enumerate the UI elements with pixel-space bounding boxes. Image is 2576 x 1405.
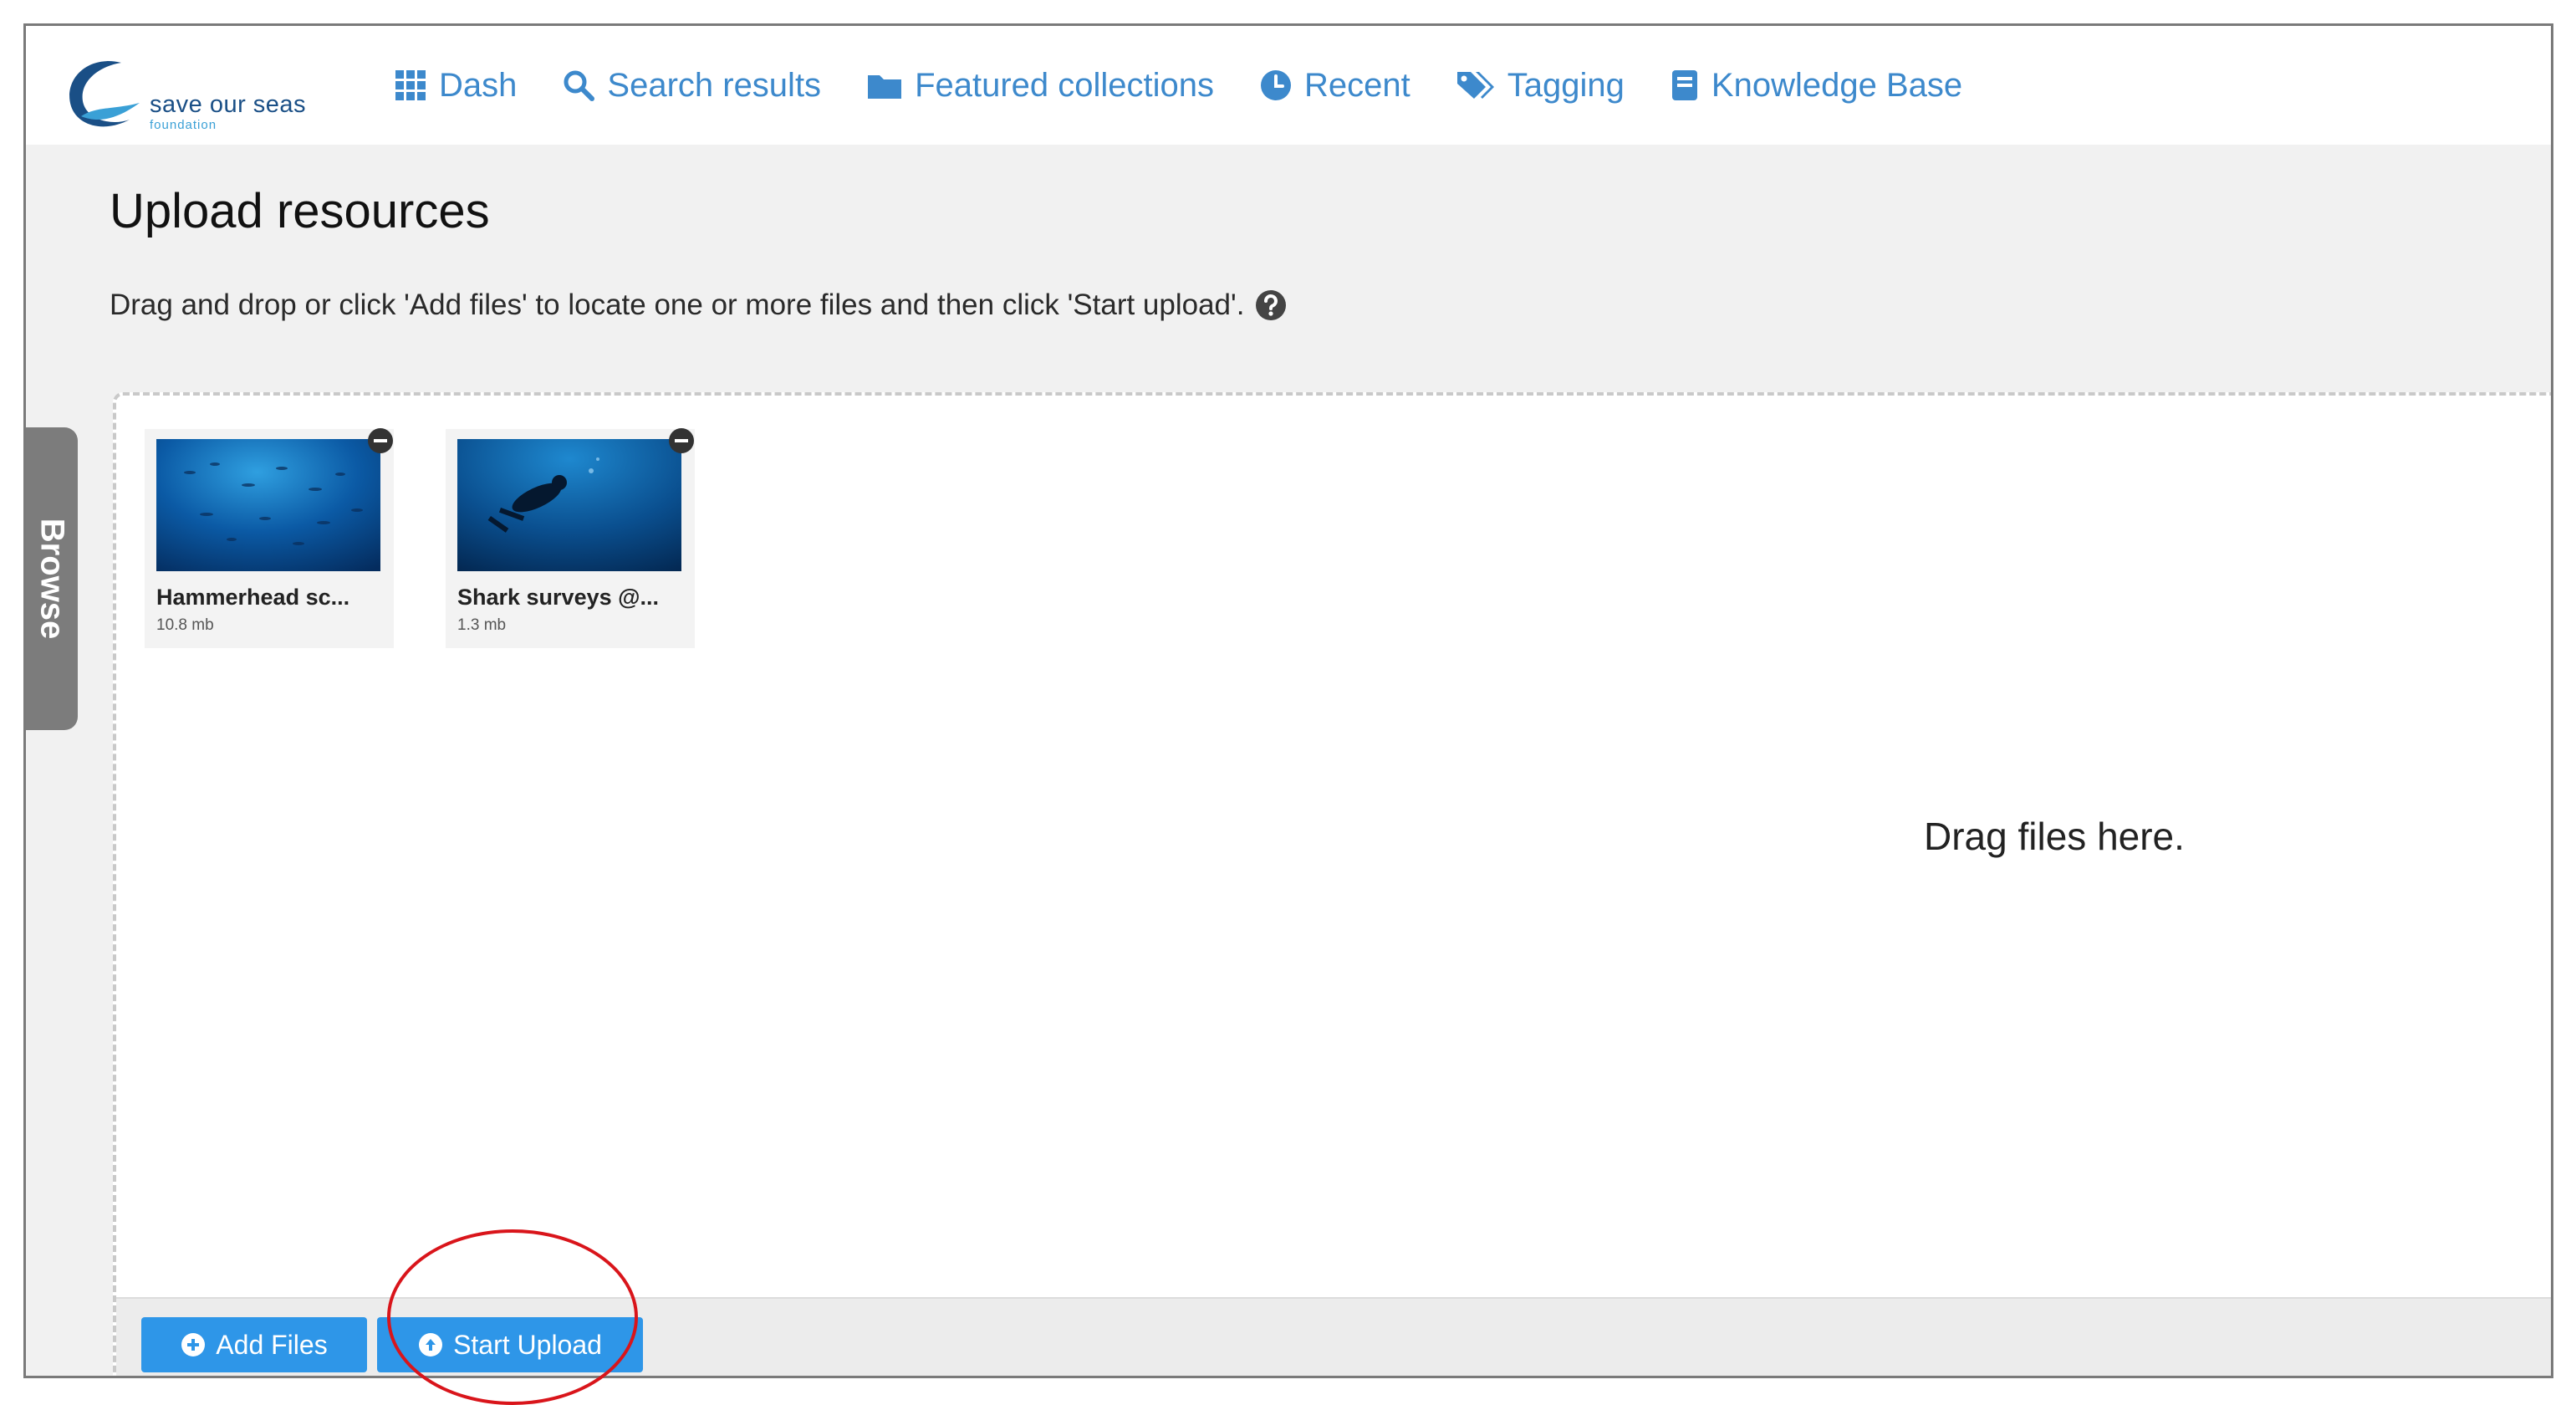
nav-featured-collections-label: Featured collections xyxy=(915,66,1215,104)
nav-search-results-label: Search results xyxy=(607,66,822,104)
folder-icon xyxy=(866,69,903,102)
file-name: Hammerhead sc... xyxy=(156,585,350,610)
nav-knowledge-base[interactable]: Knowledge Base xyxy=(1670,67,1962,105)
help-icon[interactable] xyxy=(1254,289,1288,322)
app-window: save our seas foundation Dash Search res… xyxy=(23,23,2553,1378)
wave-logo-icon xyxy=(69,61,140,127)
file-card[interactable]: Hammerhead sc... 10.8 mb xyxy=(145,427,394,648)
top-header: save our seas foundation Dash Search res… xyxy=(26,26,2551,145)
logo-brand-text: save our seas xyxy=(150,91,307,118)
nav-recent-label: Recent xyxy=(1304,66,1410,104)
nav-knowledge-base-label: Knowledge Base xyxy=(1711,66,1963,104)
file-name: Shark surveys @... xyxy=(457,585,659,610)
start-upload-label: Start Upload xyxy=(453,1329,602,1360)
nav-recent[interactable]: Recent xyxy=(1259,67,1410,105)
add-files-label: Add Files xyxy=(216,1329,328,1360)
brand-logo[interactable]: save our seas foundation xyxy=(63,54,347,138)
nav-featured-collections[interactable]: Featured collections xyxy=(866,67,1214,105)
uploader-action-bar: Add Files Start Upload xyxy=(116,1297,2551,1376)
instructions-text: Drag and drop or click 'Add files' to lo… xyxy=(110,289,1245,321)
page-title: Upload resources xyxy=(110,184,490,238)
file-thumbnail xyxy=(156,439,380,571)
file-card[interactable]: Shark surveys @... 1.3 mb xyxy=(446,427,695,648)
plus-circle-icon xyxy=(181,1332,206,1357)
upload-circle-icon xyxy=(418,1332,443,1357)
start-upload-button[interactable]: Start Upload xyxy=(377,1317,643,1372)
drop-hint: Drag files here. xyxy=(1924,815,2185,858)
browse-tab-label: Browse xyxy=(33,518,71,640)
file-size: 1.3 mb xyxy=(457,616,507,634)
nav-tagging-label: Tagging xyxy=(1507,66,1625,104)
tags-icon xyxy=(1456,69,1496,102)
upload-dropzone[interactable]: Hammerhead sc... 10.8 mb Shark surveys @… xyxy=(113,392,2551,1376)
nav-tagging[interactable]: Tagging xyxy=(1456,67,1625,105)
file-thumbnail xyxy=(457,439,681,571)
add-files-button[interactable]: Add Files xyxy=(141,1317,367,1372)
search-icon xyxy=(562,69,595,102)
grid-icon xyxy=(394,69,427,102)
clock-icon xyxy=(1259,69,1293,102)
browse-tab[interactable]: Browse xyxy=(26,427,78,730)
main-nav: Dash Search results Featured collections… xyxy=(394,26,2007,145)
nav-dash-label: Dash xyxy=(439,66,518,104)
remove-file-icon[interactable] xyxy=(668,427,695,454)
remove-file-icon[interactable] xyxy=(367,427,394,454)
book-icon xyxy=(1670,69,1700,102)
upload-instructions: Drag and drop or click 'Add files' to lo… xyxy=(110,289,1288,322)
nav-dash[interactable]: Dash xyxy=(394,67,517,105)
logo-sub-text: foundation xyxy=(150,118,217,132)
file-size: 10.8 mb xyxy=(156,616,214,634)
nav-search-results[interactable]: Search results xyxy=(562,67,821,105)
